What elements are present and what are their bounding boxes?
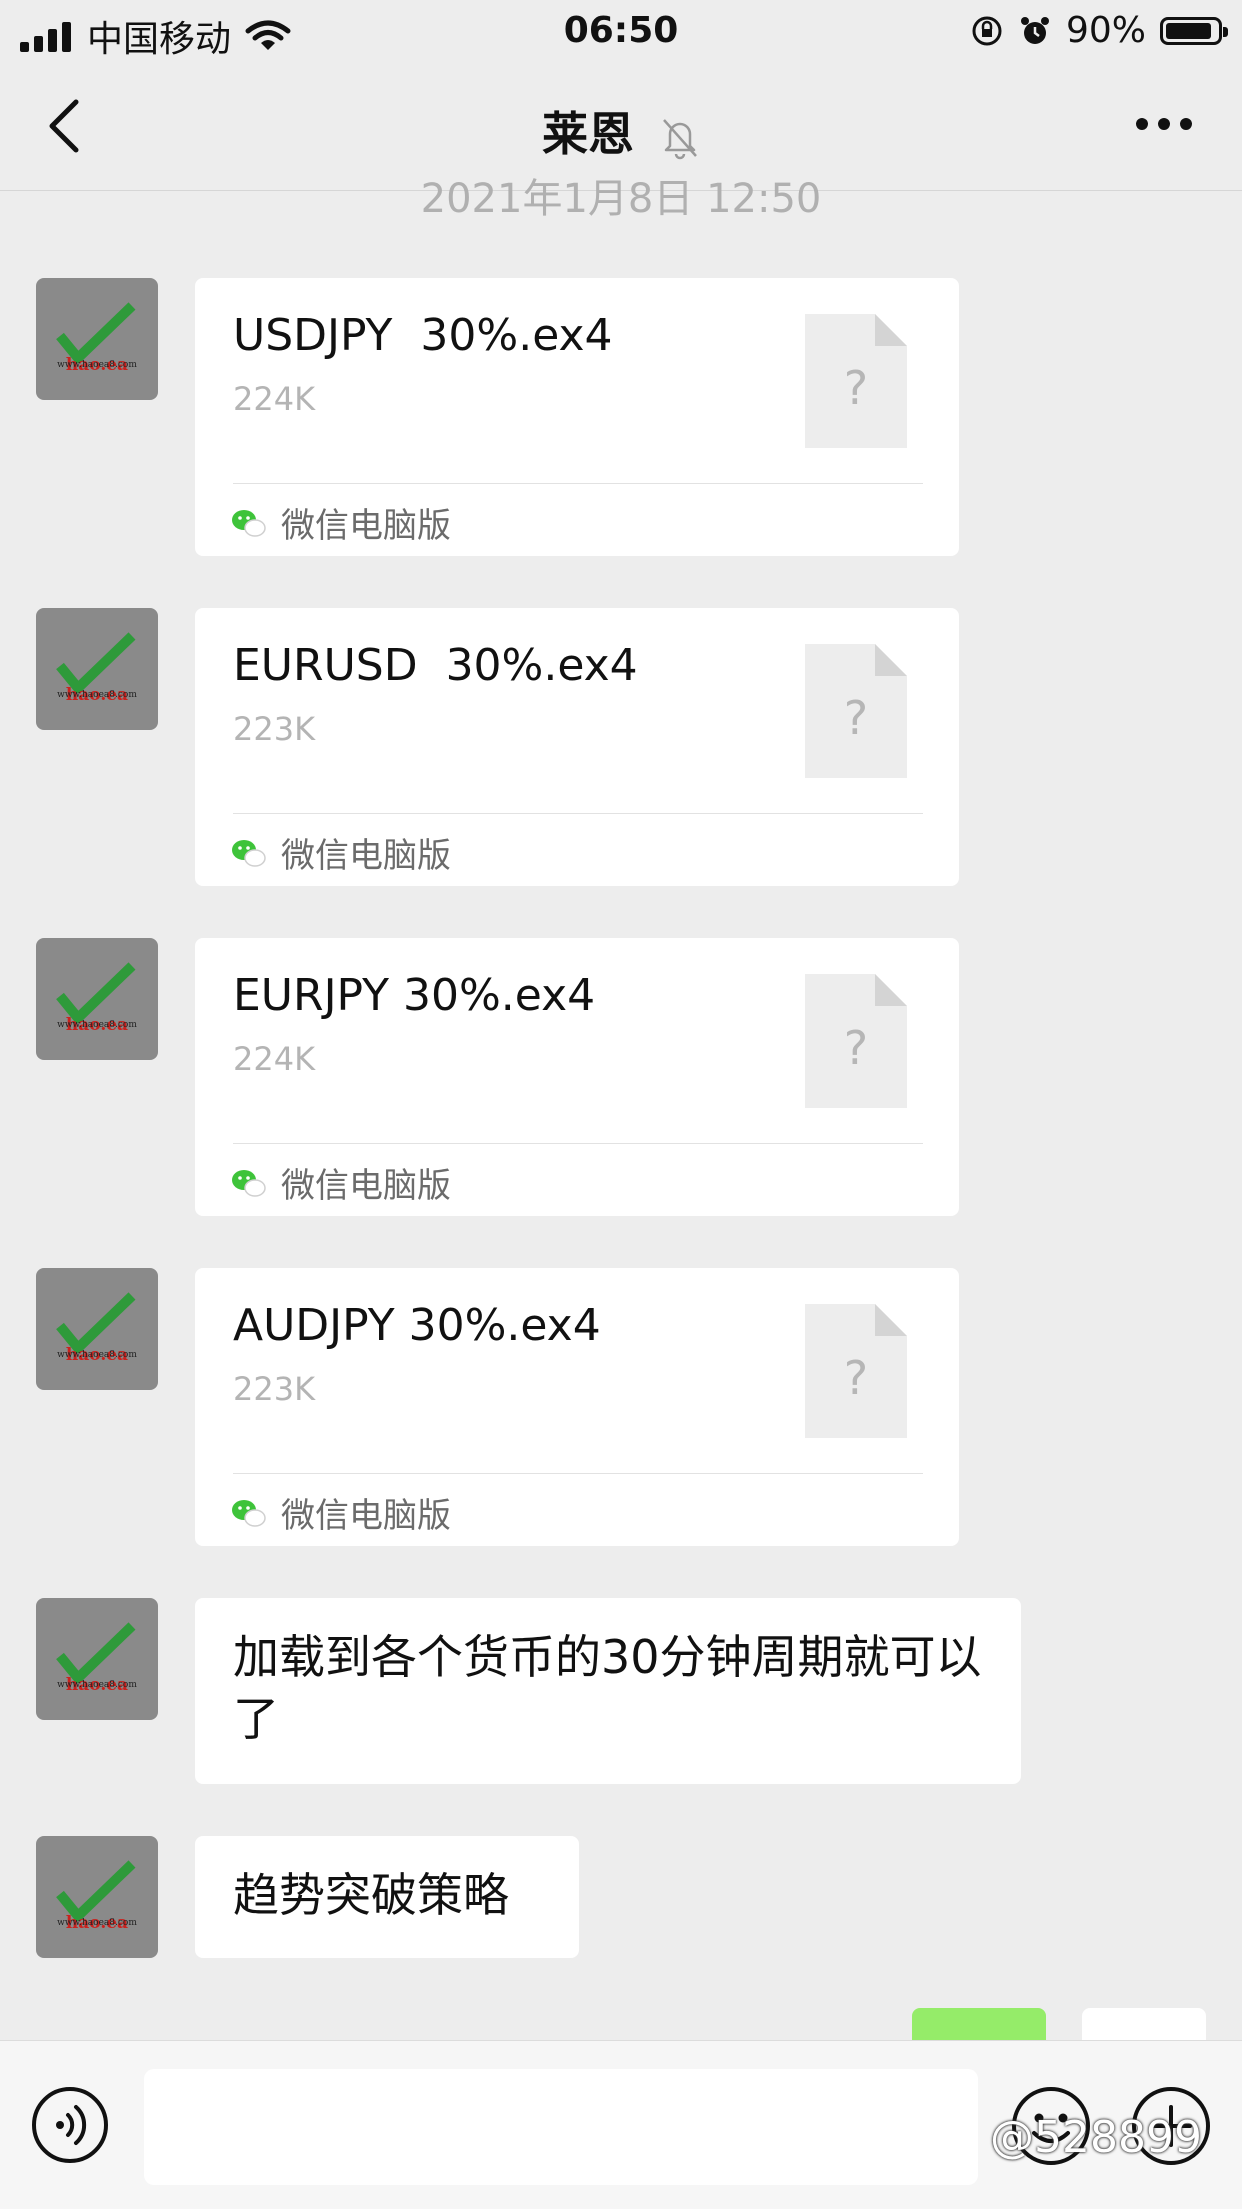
file-source-label: 微信电脑版: [281, 1496, 451, 1536]
card-divider: [233, 1473, 923, 1474]
file-source: 微信电脑版: [231, 1158, 451, 1207]
file-source: 微信电脑版: [231, 498, 451, 547]
file-size: 223K: [233, 710, 316, 748]
text-message[interactable]: 趋势突破策略: [195, 1836, 579, 1958]
file-size: 224K: [233, 1040, 316, 1078]
rotation-lock-icon: [972, 16, 1002, 45]
message-input[interactable]: [144, 2069, 978, 2185]
file-name: EURUSD 30%.ex4: [233, 640, 638, 691]
svg-text:?: ?: [844, 1021, 868, 1075]
file-source-label: 微信电脑版: [281, 506, 451, 546]
file-message[interactable]: USDJPY 30%.ex4 224K ? 微信电脑版: [195, 278, 959, 556]
file-source: 微信电脑版: [231, 1488, 451, 1537]
avatar-site-text: www.haoea8.com: [57, 1350, 137, 1360]
file-source-label: 微信电脑版: [281, 836, 451, 876]
file-message[interactable]: AUDJPY 30%.ex4 223K ? 微信电脑版: [195, 1268, 959, 1546]
contact-avatar[interactable]: hao.ea www.haoea8.com: [36, 1836, 158, 1958]
avatar-site-text: www.haoea8.com: [57, 1918, 137, 1928]
file-name: AUDJPY 30%.ex4: [233, 1300, 601, 1351]
wechat-icon: [232, 1169, 266, 1197]
avatar-site-text: www.haoea8.com: [57, 1020, 137, 1030]
avatar-site-text: www.haoea8.com: [57, 1680, 137, 1690]
wechat-icon: [232, 839, 266, 867]
text-message[interactable]: 加载到各个货币的30分钟周期就可以了: [195, 1598, 1021, 1784]
card-divider: [233, 813, 923, 814]
svg-text:?: ?: [844, 691, 868, 745]
avatar-site-text: www.haoea8.com: [57, 690, 137, 700]
contact-avatar[interactable]: hao.ea www.haoea8.com: [36, 608, 158, 730]
file-message[interactable]: EURUSD 30%.ex4 223K ? 微信电脑版: [195, 608, 959, 886]
voice-icon[interactable]: [30, 2085, 110, 2165]
unknown-file-icon: ?: [805, 314, 907, 448]
wechat-icon: [232, 1499, 266, 1527]
file-source: 微信电脑版: [231, 828, 451, 877]
battery-icon: [1160, 16, 1228, 45]
contact-avatar[interactable]: hao.ea www.haoea8.com: [36, 938, 158, 1060]
more-dots-icon[interactable]: [1136, 118, 1192, 130]
file-source-label: 微信电脑版: [281, 1166, 451, 1206]
file-message[interactable]: EURJPY 30%.ex4 224K ? 微信电脑版: [195, 938, 959, 1216]
avatar-site-text: www.haoea8.com: [57, 360, 137, 370]
unknown-file-icon: ?: [805, 1304, 907, 1438]
alarm-icon: [1020, 16, 1049, 44]
chat-title: 莱恩: [0, 98, 1242, 164]
unknown-file-icon: ?: [805, 974, 907, 1108]
file-name: EURJPY 30%.ex4: [233, 970, 596, 1021]
battery-percent: 90%: [1065, 10, 1146, 51]
status-bar: 中国移动 06:50 90%: [0, 0, 1242, 62]
unknown-file-icon: ?: [805, 644, 907, 778]
watermark: @528899: [990, 2112, 1202, 2163]
muted-bell-icon: [663, 118, 697, 159]
contact-avatar[interactable]: hao.ea www.haoea8.com: [36, 278, 158, 400]
contact-avatar[interactable]: hao.ea www.haoea8.com: [36, 1268, 158, 1390]
svg-text:?: ?: [844, 1351, 868, 1405]
svg-text:?: ?: [844, 361, 868, 415]
wechat-icon: [232, 509, 266, 537]
contact-avatar[interactable]: hao.ea www.haoea8.com: [36, 1598, 158, 1720]
file-size: 223K: [233, 1370, 316, 1408]
file-name: USDJPY 30%.ex4: [233, 310, 613, 361]
card-divider: [233, 483, 923, 484]
contact-name: 莱恩: [541, 107, 634, 161]
card-divider: [233, 1143, 923, 1144]
chat-timestamp: 2021年1月8日 12:50: [420, 176, 822, 216]
file-size: 224K: [233, 380, 316, 418]
